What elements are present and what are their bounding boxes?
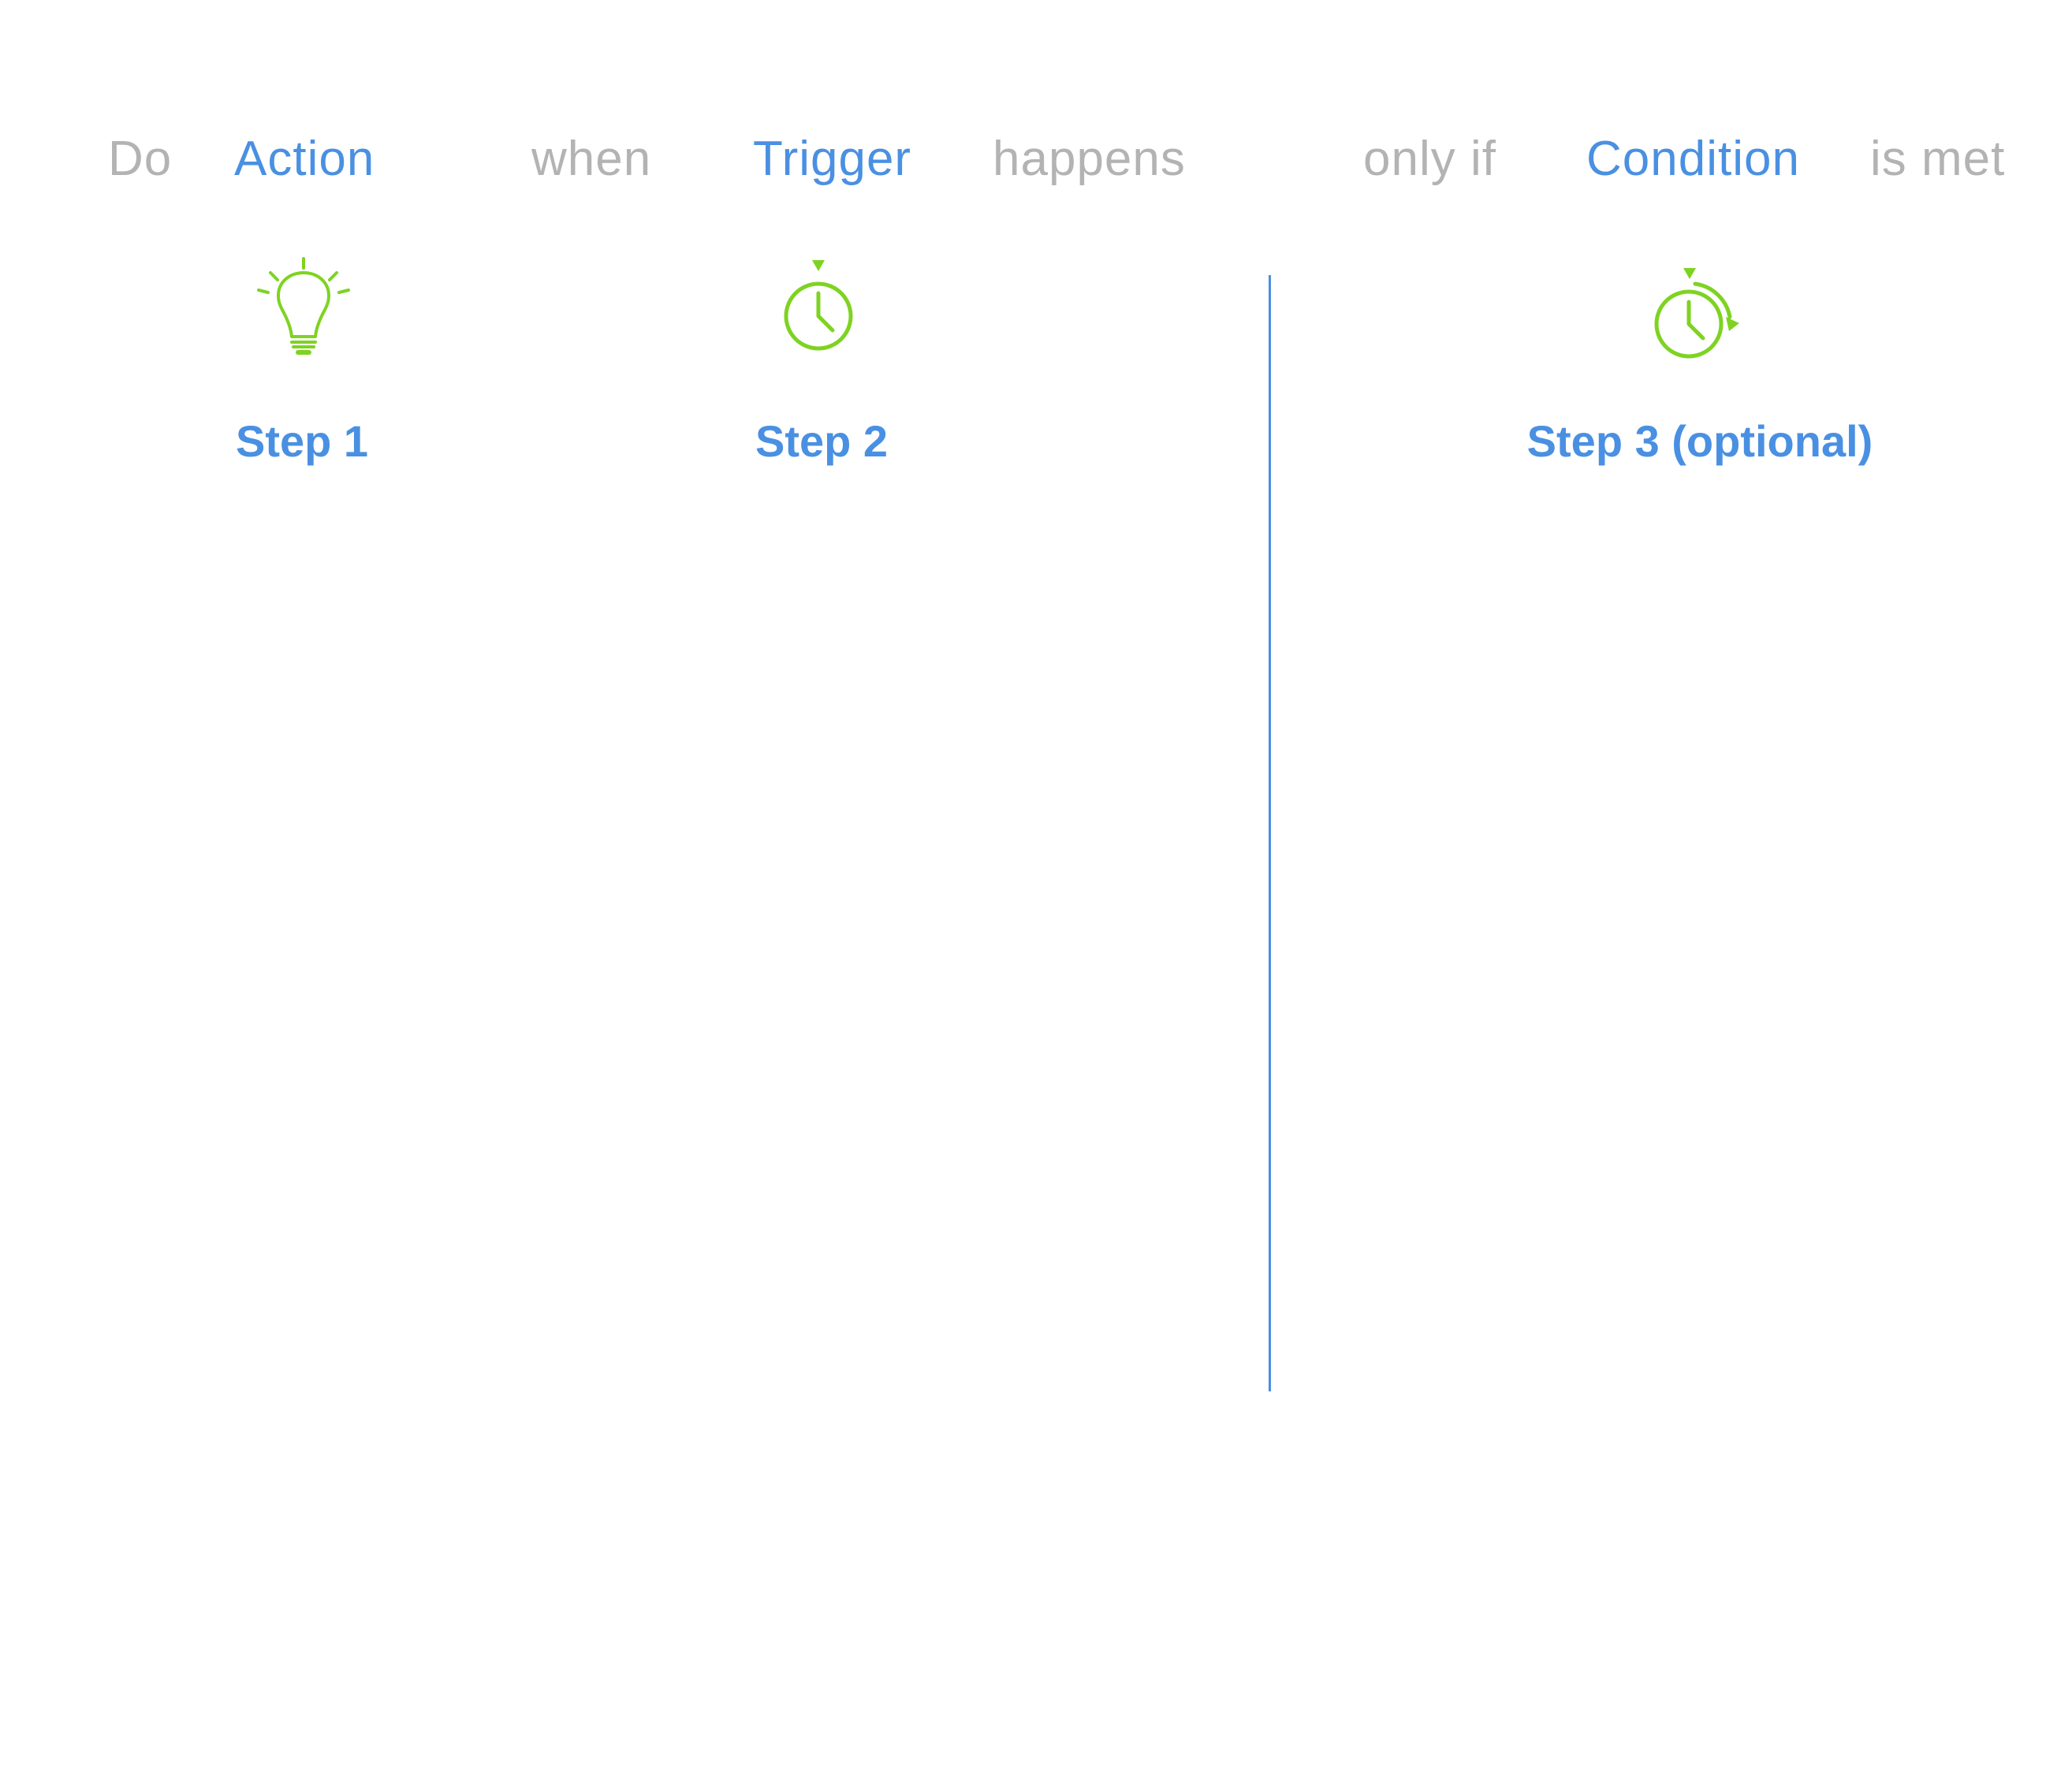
word-do: Do	[108, 132, 173, 186]
word-happens: happens	[993, 132, 1186, 186]
word-action: Action	[234, 132, 375, 186]
word-only-if: only if	[1363, 132, 1496, 186]
lightbulb-icon	[252, 255, 355, 358]
timer-cycle-icon	[1642, 266, 1752, 369]
stopwatch-icon	[781, 255, 867, 358]
step-2-label: Step 2	[755, 416, 889, 466]
step-3-label: Step 3 (optional)	[1526, 416, 1873, 466]
word-trigger: Trigger	[753, 132, 912, 186]
word-condition: Condition	[1586, 132, 1800, 186]
word-when: when	[531, 132, 652, 186]
step-1-label: Step 1	[235, 416, 369, 466]
word-is-met: is met	[1870, 132, 2006, 186]
vertical-divider	[1269, 275, 1271, 1391]
